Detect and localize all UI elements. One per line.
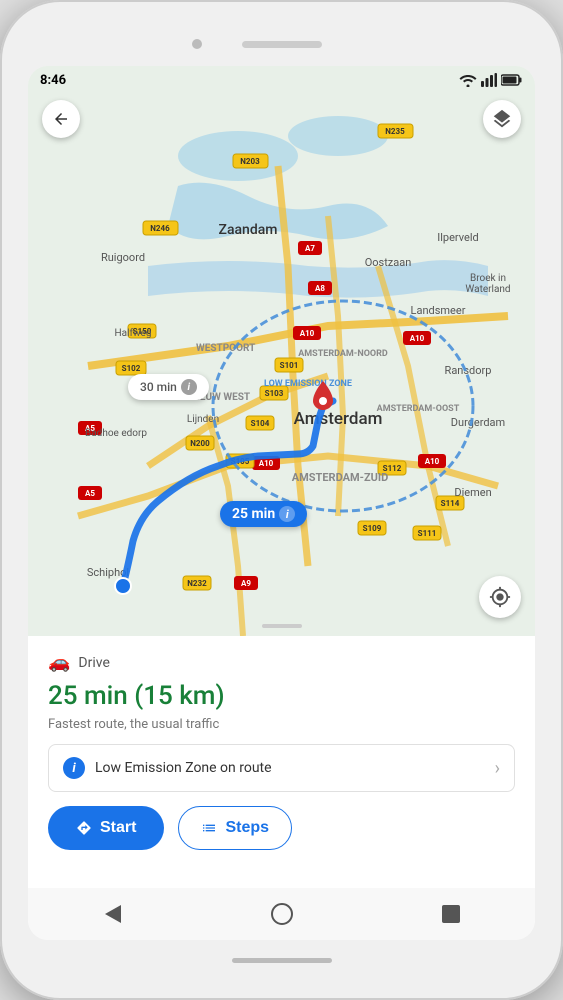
svg-text:A5: A5 [85, 489, 95, 498]
nav-home-button[interactable] [262, 894, 302, 934]
start-label: Start [100, 819, 136, 837]
svg-text:A10: A10 [425, 457, 440, 466]
bottom-indicator [232, 958, 332, 963]
svg-text:S109: S109 [363, 524, 382, 533]
start-navigation-icon [76, 820, 92, 836]
steps-button[interactable]: Steps [178, 806, 292, 850]
svg-text:A10: A10 [300, 329, 315, 338]
location-button[interactable] [479, 576, 521, 618]
phone-speaker [242, 41, 322, 48]
status-time: 8:46 [40, 73, 66, 88]
status-icons [459, 73, 523, 87]
action-buttons: Start Steps [48, 806, 515, 850]
main-duration-badge[interactable]: 25 min i [220, 501, 307, 527]
layers-icon [491, 108, 513, 130]
svg-text:Badhoe edorp: Badhoe edorp [85, 428, 147, 439]
nav-bar [28, 888, 535, 940]
svg-text:Landsmeer: Landsmeer [411, 304, 466, 317]
svg-text:N232: N232 [187, 579, 207, 588]
map-svg: N246 N203 N235 S150 S102 A7 A8 A10 A10 [28, 66, 535, 636]
location-icon [489, 586, 511, 608]
main-info-icon: i [279, 506, 295, 522]
svg-text:AMSTERDAM-OOST: AMSTERDAM-OOST [377, 404, 460, 414]
svg-text:LOW EMISSION ZONE: LOW EMISSION ZONE [264, 379, 352, 389]
nav-home-icon [271, 903, 293, 925]
svg-text:Halfweg: Halfweg [115, 327, 152, 339]
svg-text:S101: S101 [280, 361, 299, 370]
signal-icon [481, 73, 497, 87]
lez-banner[interactable]: i Low Emission Zone on route › [48, 744, 515, 792]
battery-icon [501, 74, 523, 86]
phone-bottom-bar [28, 950, 535, 970]
drive-icon: 🚗 [48, 652, 70, 673]
nav-recent-button[interactable] [431, 894, 471, 934]
screen: 8:46 [28, 66, 535, 940]
svg-text:N235: N235 [385, 127, 405, 136]
svg-text:Broek in: Broek in [470, 273, 506, 284]
nav-recent-icon [442, 905, 460, 923]
svg-text:Ilperveld: Ilperveld [437, 231, 478, 244]
svg-text:S114: S114 [441, 499, 460, 508]
svg-text:Waterland: Waterland [465, 284, 510, 295]
svg-text:AMSTERDAM-ZUID: AMSTERDAM-ZUID [292, 471, 389, 484]
svg-text:Durgerdam: Durgerdam [451, 416, 505, 429]
lez-text: Low Emission Zone on route [95, 760, 272, 776]
drive-label: Drive [78, 655, 109, 671]
start-button[interactable]: Start [48, 806, 164, 850]
lez-chevron-icon: › [495, 758, 500, 779]
svg-text:Amsterdam: Amsterdam [294, 409, 383, 429]
nav-back-button[interactable] [93, 894, 133, 934]
drive-row: 🚗 Drive [48, 652, 515, 673]
svg-text:N200: N200 [190, 439, 210, 448]
svg-text:N203: N203 [240, 157, 260, 166]
svg-text:WESTPOORT: WESTPOORT [196, 343, 255, 354]
duration-row: 25 min (15 km) [48, 681, 515, 711]
svg-text:S102: S102 [122, 364, 141, 373]
svg-text:S103: S103 [265, 389, 284, 398]
main-duration-label: 25 min [232, 506, 275, 522]
svg-text:A10: A10 [259, 459, 274, 468]
svg-text:A10: A10 [410, 334, 425, 343]
svg-text:A7: A7 [305, 244, 315, 253]
lez-left: i Low Emission Zone on route [63, 757, 272, 779]
svg-text:N246: N246 [150, 224, 170, 233]
svg-text:A8: A8 [315, 284, 325, 293]
duration-label: 25 min (15 km) [48, 681, 225, 711]
traffic-note: Fastest route, the usual traffic [48, 717, 515, 732]
svg-text:Ruigoord: Ruigoord [101, 251, 145, 264]
map-area: N246 N203 N235 S150 S102 A7 A8 A10 A10 [28, 66, 535, 636]
steps-label: Steps [225, 819, 269, 837]
svg-text:AMSTERDAM-NOORD: AMSTERDAM-NOORD [298, 349, 388, 359]
back-arrow-icon [52, 110, 70, 128]
wifi-icon [459, 73, 477, 87]
nav-back-icon [105, 905, 121, 923]
svg-text:S104: S104 [251, 419, 270, 428]
back-button[interactable] [42, 100, 80, 138]
steps-icon [201, 820, 217, 836]
phone-shell: 8:46 [0, 0, 563, 1000]
bottom-panel: 🚗 Drive 25 min (15 km) Fastest route, th… [28, 636, 535, 888]
svg-text:S111: S111 [418, 529, 437, 538]
map-handle [262, 624, 302, 628]
svg-text:Zaandam: Zaandam [219, 222, 278, 238]
svg-text:Diemen: Diemen [454, 486, 491, 499]
lez-info-icon: i [63, 757, 85, 779]
phone-top-bar [28, 30, 535, 58]
alt-duration-badge[interactable]: 30 min i [128, 374, 209, 400]
alt-duration-label: 30 min [140, 380, 177, 394]
phone-camera [192, 39, 202, 49]
status-bar: 8:46 [28, 66, 535, 94]
svg-text:Oostzaan: Oostzaan [365, 256, 412, 269]
alt-info-icon: i [181, 379, 197, 395]
svg-text:A9: A9 [241, 579, 251, 588]
layers-button[interactable] [483, 100, 521, 138]
